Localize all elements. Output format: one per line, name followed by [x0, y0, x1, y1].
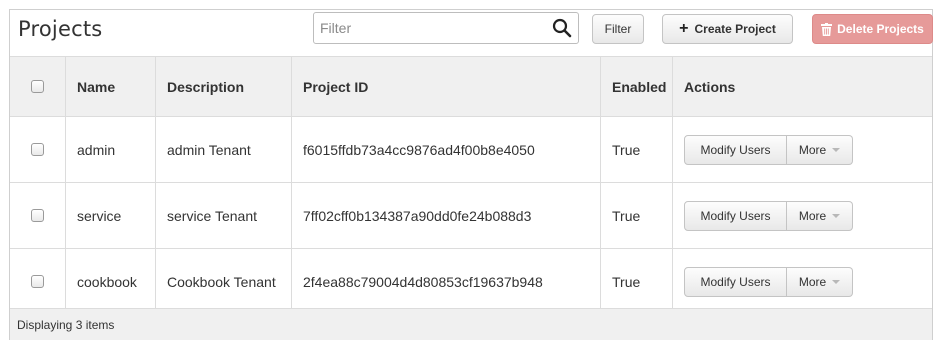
project-enabled: True	[600, 249, 672, 314]
project-name: cookbook	[65, 249, 155, 314]
more-label: More	[798, 208, 827, 223]
project-id: f6015ffdb73a4cc9876ad4f00b8e4050	[291, 117, 600, 182]
modify-users-button[interactable]: Modify Users	[684, 134, 787, 165]
row-actions: Modify Users More	[672, 183, 932, 248]
caret-down-icon	[832, 148, 841, 152]
item-count-status: Displaying 3 items	[17, 317, 115, 332]
more-label: More	[798, 142, 827, 157]
column-header-name[interactable]: Name	[65, 57, 155, 116]
column-header-actions: Actions	[672, 57, 932, 116]
delete-projects-label: Delete Projects	[837, 22, 924, 36]
page-title: Projects	[18, 17, 103, 41]
row-actions: Modify Users More	[672, 117, 932, 182]
project-enabled: True	[600, 117, 672, 182]
actions-button-group: Modify Users More	[684, 134, 853, 165]
row-select-cell	[10, 249, 65, 314]
table-footer: Displaying 3 items	[10, 308, 932, 340]
table-row: service service Tenant 7ff02cff0b134387a…	[10, 182, 932, 248]
filter-box	[313, 12, 579, 44]
project-enabled: True	[600, 183, 672, 248]
plus-icon: +	[679, 20, 689, 37]
filter-button[interactable]: Filter	[592, 14, 644, 44]
project-description: admin Tenant	[155, 117, 291, 182]
column-header-description[interactable]: Description	[155, 57, 291, 116]
modify-users-button[interactable]: Modify Users	[684, 266, 787, 297]
caret-down-icon	[832, 214, 841, 218]
table-row: admin admin Tenant f6015ffdb73a4cc9876ad…	[10, 116, 932, 182]
row-select-cell	[10, 117, 65, 182]
modify-users-button[interactable]: Modify Users	[684, 200, 787, 231]
project-id: 7ff02cff0b134387a90dd0fe24b088d3	[291, 183, 600, 248]
row-checkbox[interactable]	[31, 209, 44, 222]
toolbar: Projects Filter + Create Project	[10, 10, 933, 56]
header-select-cell	[10, 57, 65, 116]
table-header-row: Name Description Project ID Enabled Acti…	[10, 56, 932, 116]
actions-button-group: Modify Users More	[684, 266, 853, 297]
row-actions: Modify Users More	[672, 249, 932, 314]
caret-down-icon	[832, 280, 841, 284]
filter-input[interactable]	[314, 13, 546, 43]
row-checkbox[interactable]	[31, 143, 44, 156]
more-dropdown-button[interactable]: More	[787, 266, 853, 297]
row-checkbox[interactable]	[31, 275, 44, 288]
search-icon[interactable]	[552, 18, 572, 38]
projects-panel: Projects Filter + Create Project	[9, 9, 933, 340]
column-header-enabled[interactable]: Enabled	[600, 57, 672, 116]
row-select-cell	[10, 183, 65, 248]
more-label: More	[798, 274, 827, 289]
more-dropdown-button[interactable]: More	[787, 200, 853, 231]
actions-button-group: Modify Users More	[684, 200, 853, 231]
project-name: service	[65, 183, 155, 248]
project-description: service Tenant	[155, 183, 291, 248]
delete-projects-button[interactable]: Delete Projects	[812, 14, 933, 44]
project-description: Cookbook Tenant	[155, 249, 291, 314]
project-name: admin	[65, 117, 155, 182]
project-id: 2f4ea88c79004d4d80853cf19637b948	[291, 249, 600, 314]
column-header-project-id[interactable]: Project ID	[291, 57, 600, 116]
table-row: cookbook Cookbook Tenant 2f4ea88c79004d4…	[10, 248, 932, 314]
trash-icon	[821, 22, 833, 36]
create-project-label: Create Project	[694, 22, 776, 36]
filter-button-label: Filter	[604, 22, 632, 36]
more-dropdown-button[interactable]: More	[787, 134, 853, 165]
create-project-button[interactable]: + Create Project	[662, 14, 793, 44]
select-all-checkbox[interactable]	[31, 80, 44, 93]
